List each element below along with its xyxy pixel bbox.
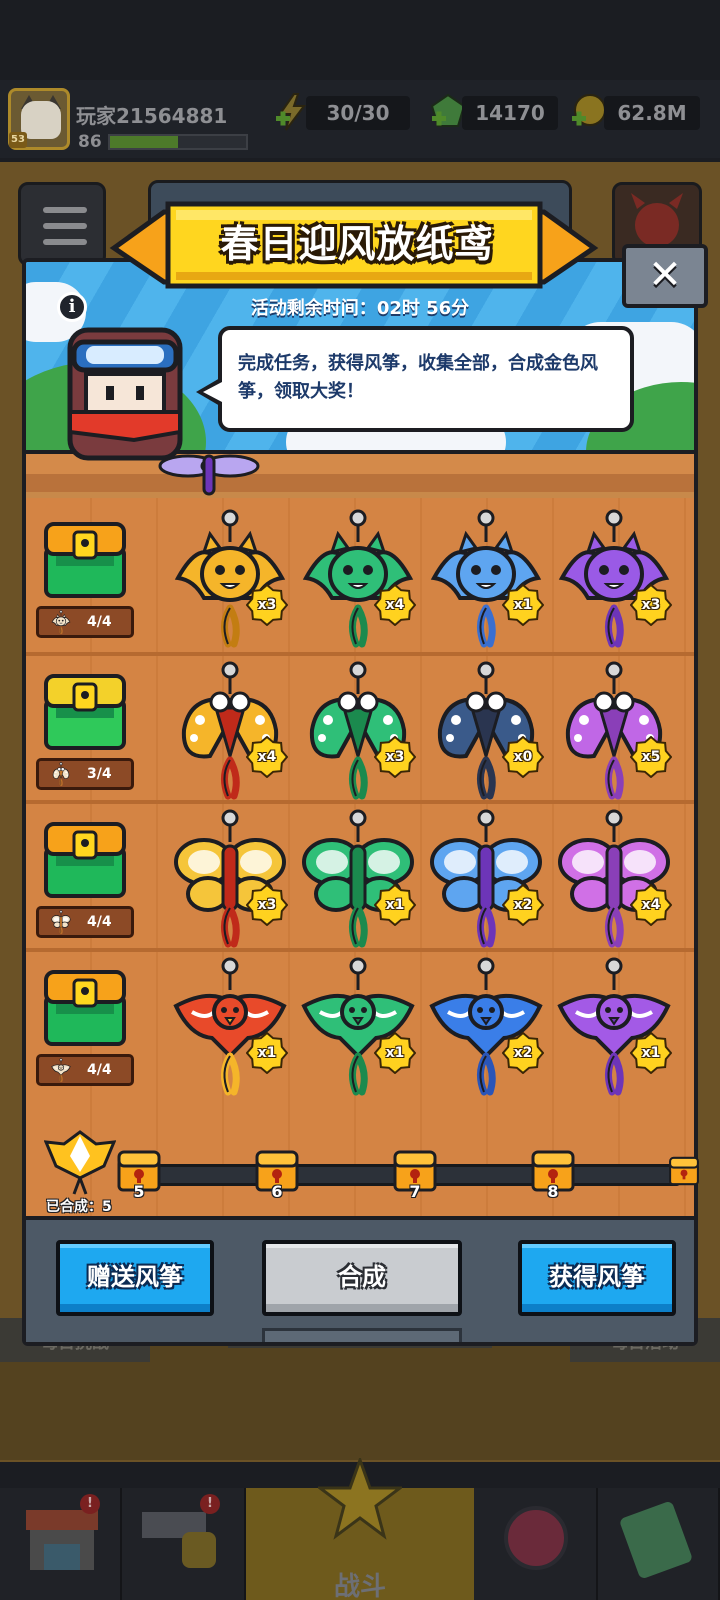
reward-chest-icon[interactable] — [42, 518, 128, 600]
held-kite-icon — [158, 454, 260, 496]
moth-kite-icon[interactable] — [170, 660, 290, 800]
kite-count: x1 — [513, 597, 533, 613]
cat-kite-icon[interactable] — [426, 508, 546, 648]
butterfly-kite-icon[interactable] — [170, 808, 290, 948]
ball-icon — [504, 1506, 568, 1570]
row-progress-text: 3/4 — [87, 766, 112, 782]
row-progress-counter: 4/4 — [36, 906, 134, 938]
kite-count: x3 — [385, 749, 405, 765]
milestone-label: 8 — [547, 1182, 559, 1201]
bird-kite-icon[interactable] — [554, 956, 674, 1096]
row-progress-counter: 4/4 — [36, 606, 134, 638]
milestone-label: 7 — [409, 1182, 421, 1201]
merged-count: 已合成：5 — [46, 1199, 112, 1215]
event-title: 春日迎风放纸鸢 — [220, 222, 494, 266]
kite-count: x4 — [257, 749, 277, 765]
coin-counter: 62.8M — [604, 96, 700, 130]
reward-chest-icon[interactable] — [42, 966, 128, 1048]
gift-kite-button[interactable]: 赠送风筝 — [56, 1240, 214, 1316]
merge-button[interactable]: 合成 — [262, 1240, 462, 1316]
menu-button[interactable] — [18, 182, 106, 266]
kite-count: x1 — [385, 897, 405, 913]
gem-counter: 14170 — [462, 96, 558, 130]
battle-star-icon — [318, 1458, 402, 1540]
nav-weapons[interactable] — [122, 1488, 246, 1600]
nav-tasks[interactable] — [598, 1488, 720, 1600]
mini-kite-icon — [52, 762, 70, 786]
cat-kite-icon[interactable] — [554, 508, 674, 648]
kite-count: x1 — [641, 1045, 661, 1061]
bird-kite-icon[interactable] — [426, 956, 546, 1096]
close-button[interactable]: ✕ — [622, 244, 708, 308]
scroll-icon — [620, 1502, 692, 1578]
footer-notch — [262, 1328, 462, 1342]
ninja-character — [67, 327, 183, 461]
shop-alert-badge: ! — [80, 1494, 100, 1514]
bird-kite-icon[interactable] — [298, 956, 418, 1096]
kite-count: x2 — [513, 1045, 533, 1061]
speech-bubble: 完成任务，获得风筝，收集全部，合成金色风筝，领取大奖！ — [218, 326, 634, 432]
shop-icon — [26, 1510, 98, 1570]
milestone-label: 5 — [133, 1182, 145, 1201]
player-name: 玩家21564881 — [76, 104, 228, 128]
kite-count: x5 — [641, 749, 661, 765]
nav-social[interactable] — [474, 1488, 598, 1600]
butterfly-kite-icon[interactable] — [426, 808, 546, 948]
kite-count: x3 — [257, 597, 277, 613]
obtain-kite-button[interactable]: 获得风筝 — [518, 1240, 676, 1316]
row-progress-counter: 3/4 — [36, 758, 134, 790]
row-progress-text: 4/4 — [87, 614, 112, 630]
reward-chest-icon[interactable] — [42, 818, 128, 900]
mini-kite-icon — [51, 1058, 71, 1082]
row-progress-text: 4/4 — [87, 914, 112, 930]
weapon-icon — [142, 1512, 216, 1568]
moth-kite-icon[interactable] — [426, 660, 546, 800]
row-progress-counter: 4/4 — [36, 1054, 134, 1086]
avatar-level: 53 — [9, 132, 27, 148]
timer-value: 02时 56分 — [376, 298, 470, 319]
moth-kite-icon[interactable] — [298, 660, 418, 800]
kite-count: x2 — [513, 897, 533, 913]
kite-count: x3 — [641, 597, 661, 613]
row-progress-text: 4/4 — [87, 1062, 112, 1078]
milestone-chest-icon[interactable] — [668, 1148, 700, 1194]
nav-battle-label: 战斗 — [333, 1572, 386, 1600]
mini-kite-icon — [51, 910, 71, 934]
milestone-label: 6 — [271, 1182, 283, 1201]
kite-count: x4 — [385, 597, 405, 613]
timer-label: 活动剩余时间： — [250, 298, 377, 319]
bird-kite-icon[interactable] — [170, 956, 290, 1096]
kite-count: x4 — [641, 897, 661, 913]
energy-counter: 30/30 — [306, 96, 410, 130]
weapon-alert-badge: ! — [200, 1494, 220, 1514]
nav-shop[interactable] — [0, 1488, 122, 1600]
mini-kite-icon — [51, 610, 71, 634]
butterfly-kite-icon[interactable] — [554, 808, 674, 948]
player-level: 86 — [78, 132, 102, 152]
moth-kite-icon[interactable] — [554, 660, 674, 800]
cat-kite-icon[interactable] — [298, 508, 418, 648]
xp-bar — [108, 134, 248, 150]
kite-count: x1 — [385, 1045, 405, 1061]
cat-kite-icon[interactable] — [170, 508, 290, 648]
info-icon[interactable]: i — [57, 292, 87, 322]
kite-count: x3 — [257, 897, 277, 913]
kite-count: x1 — [257, 1045, 277, 1061]
coin-icon[interactable] — [568, 92, 608, 132]
reward-chest-icon[interactable] — [42, 670, 128, 752]
golden-kite-icon — [44, 1130, 116, 1195]
event-timer: 活动剩余时间：02时 56分 — [170, 294, 550, 320]
kite-count: x0 — [513, 749, 533, 765]
butterfly-kite-icon[interactable] — [298, 808, 418, 948]
